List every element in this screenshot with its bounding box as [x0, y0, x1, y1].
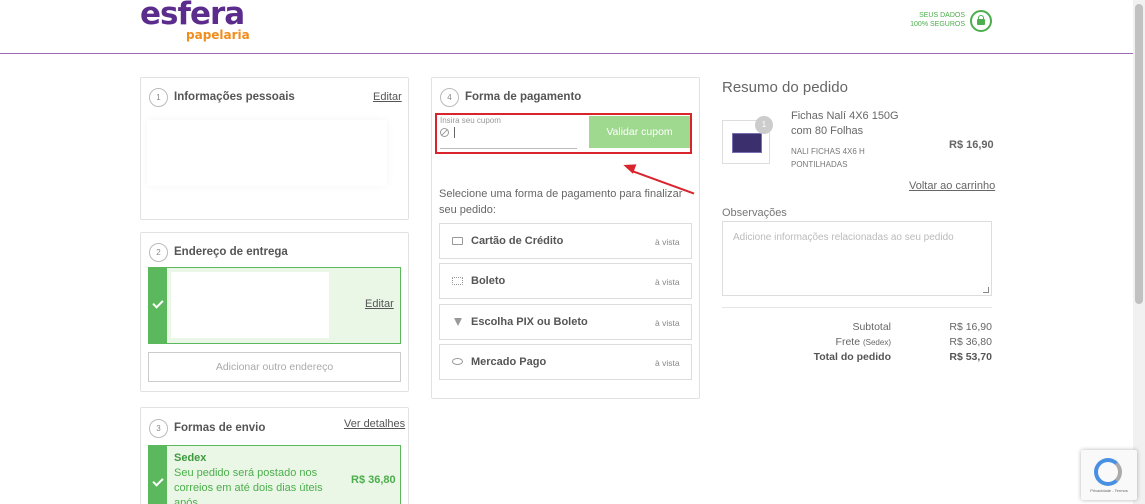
header: esfera papelaria SEUS DADOS 100% SEGUROS [0, 0, 1145, 54]
subtotal-label: Subtotal [852, 321, 891, 333]
secure-line-1: SEUS DADOS [919, 12, 965, 19]
total-value: R$ 53,70 [949, 351, 992, 363]
address-title: Endereço de entrega [174, 246, 288, 258]
payment-option-note: à vista [655, 237, 680, 247]
secure-line-2: 100% SEGUROS [910, 21, 965, 28]
recaptcha-icon [1094, 458, 1122, 486]
payment-option-label: Boleto [471, 275, 506, 287]
edit-personal-link[interactable]: Editar [373, 91, 402, 103]
shipping-option-description: Seu pedido será postado nos correios em … [174, 467, 323, 504]
payment-option-label: Escolha PIX ou Boleto [471, 316, 588, 328]
highlight-box [435, 113, 692, 154]
payment-option-pix[interactable]: Escolha PIX ou Boleto à vista [439, 304, 692, 340]
observations-placeholder: Adicione informações relacionadas ao seu… [733, 232, 954, 243]
order-summary-title: Resumo do pedido [722, 79, 848, 96]
shipping-title: Formas de envio [174, 422, 266, 434]
personal-info-title: Informações pessoais [174, 91, 295, 103]
secure-badge-text: SEUS DADOS 100% SEGUROS [905, 11, 965, 29]
total-row: Total do pedido R$ 53,70 [722, 351, 992, 365]
summary-divider [722, 307, 992, 308]
product-price: R$ 16,90 [949, 139, 994, 151]
subtotal-value: R$ 16,90 [949, 321, 992, 333]
selected-address[interactable]: Editar [148, 267, 401, 344]
shipping-cost-label-group: Frete (Sedex) [836, 336, 891, 348]
shipping-cost-note: (Sedex) [862, 338, 891, 347]
mercado-pago-icon [452, 358, 463, 365]
scrollbar-thumb[interactable] [1135, 4, 1143, 304]
payment-option-note: à vista [655, 358, 680, 368]
step-number: 1 [149, 88, 168, 107]
quantity-badge: 1 [755, 116, 773, 134]
payment-option-note: à vista [655, 277, 680, 287]
shipping-option-price: R$ 36,80 [351, 474, 396, 486]
product-variant: NALI FICHAS 4X6 H PONTILHADAS [791, 147, 865, 169]
redacted-address [171, 272, 329, 338]
total-label: Total do pedido [813, 351, 891, 363]
back-to-cart-link[interactable]: Voltar ao carrinho [909, 180, 995, 192]
redacted-personal-data [147, 120, 387, 186]
check-icon [152, 297, 164, 309]
shipping-option-name: Sedex [174, 452, 207, 464]
shipping-details-link[interactable]: Ver detalhes [344, 418, 405, 430]
step-number: 3 [149, 419, 168, 438]
logo-subtitle: papelaria [186, 28, 250, 42]
step-number: 4 [440, 88, 459, 107]
payment-option-boleto[interactable]: Boleto à vista [439, 263, 692, 299]
recaptcha-text: Privacidade - Termos [1090, 488, 1128, 493]
lock-icon [970, 10, 992, 32]
payment-title: Forma de pagamento [465, 91, 582, 103]
payment-option-mercado-pago[interactable]: Mercado Pago à vista [439, 344, 692, 380]
check-icon [152, 475, 164, 487]
address-card: 2 Endereço de entrega Editar Adicionar o… [140, 232, 409, 392]
payment-option-label: Mercado Pago [471, 356, 547, 368]
pix-icon [454, 318, 462, 326]
observations-label: Observações [722, 207, 787, 219]
barcode-icon [452, 277, 463, 285]
recaptcha-badge[interactable]: Privacidade - Termos [1081, 450, 1137, 500]
observations-textarea[interactable]: Adicione informações relacionadas ao seu… [722, 221, 992, 296]
payment-option-label: Cartão de Crédito [471, 235, 564, 247]
shipping-cost-value: R$ 36,80 [949, 336, 992, 348]
personal-info-card: 1 Informações pessoais Editar [140, 77, 409, 220]
shipping-cost-row: Frete (Sedex) R$ 36,80 [722, 336, 992, 350]
payment-option-credit-card[interactable]: Cartão de Crédito à vista [439, 223, 692, 259]
shipping-cost-label: Frete [835, 336, 861, 348]
step-number: 2 [149, 243, 168, 262]
resize-handle-icon[interactable] [983, 287, 989, 293]
credit-card-icon [452, 237, 463, 245]
payment-instruction: Selecione uma forma de pagamento para fi… [439, 188, 683, 216]
product-name: Fichas Nalí 4X6 150G com 80 Folhas [791, 110, 899, 137]
add-address-button[interactable]: Adicionar outro endereço [148, 352, 401, 382]
edit-address-link[interactable]: Editar [365, 298, 394, 310]
subtotal-row: Subtotal R$ 16,90 [722, 321, 992, 335]
payment-option-note: à vista [655, 318, 680, 328]
